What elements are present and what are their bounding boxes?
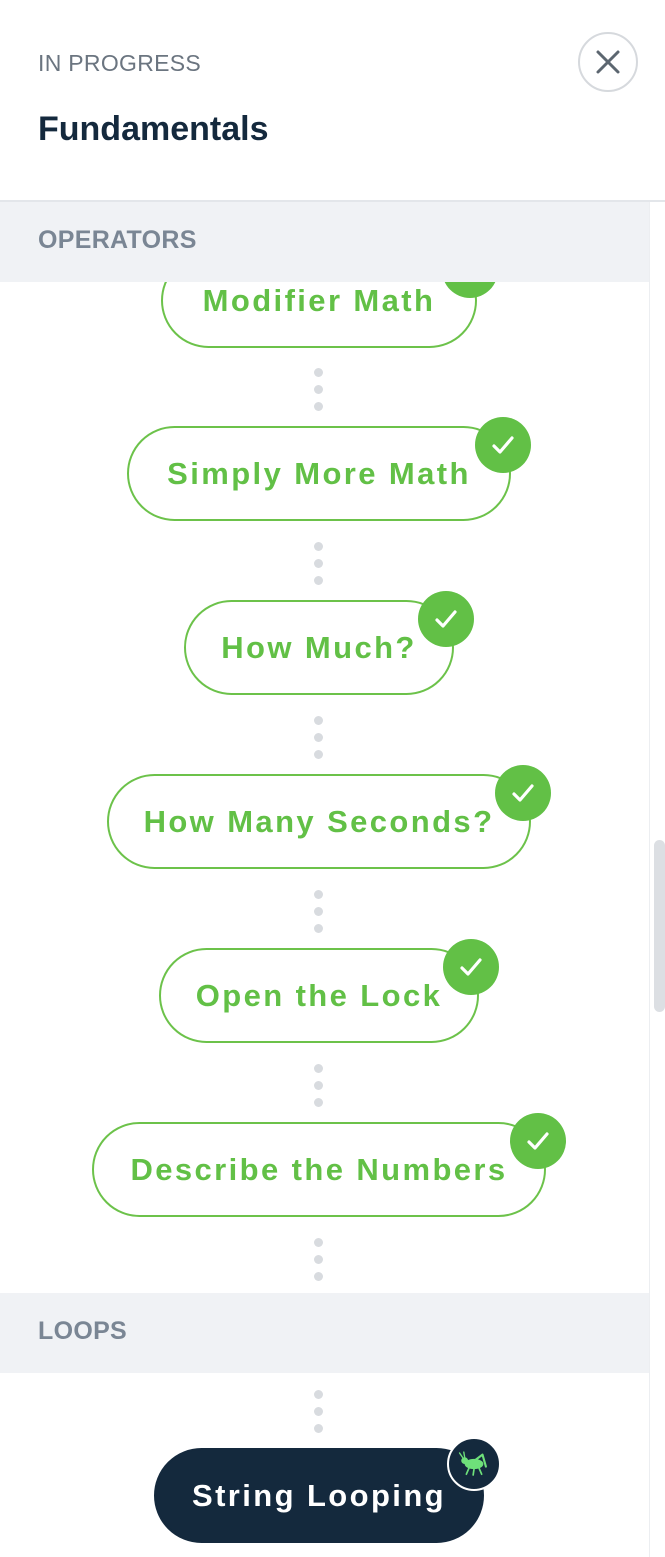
lesson-how-many-seconds[interactable]: How Many Seconds? <box>107 774 531 869</box>
connector-dots <box>314 542 324 593</box>
connector-dots <box>314 368 324 419</box>
scrollbar-thumb[interactable] <box>654 840 665 1012</box>
lesson-describe-the-numbers[interactable]: Describe the Numbers <box>92 1122 546 1217</box>
completed-check-icon <box>510 1113 566 1169</box>
lesson-label: Simply More Math <box>167 455 471 491</box>
lesson-label: How Many Seconds? <box>143 803 495 839</box>
lesson-simply-more-math[interactable]: Simply More Math <box>127 426 511 521</box>
panel-header: IN PROGRESS Fundamentals <box>0 0 665 202</box>
lesson-label: How Much? <box>221 629 417 665</box>
completed-check-icon <box>418 591 474 647</box>
completed-check-icon <box>443 939 499 995</box>
lesson-label: String Looping <box>192 1477 446 1513</box>
status-label: IN PROGRESS <box>38 50 202 76</box>
connector-dots <box>314 1390 324 1441</box>
lesson-label: Modifier Math <box>202 282 436 318</box>
close-button[interactable] <box>578 32 638 92</box>
lesson-list[interactable]: Modifier Math OPERATORS Simply More Math… <box>0 202 649 1557</box>
connector-dots <box>314 1064 324 1115</box>
connector-dots <box>314 1238 324 1289</box>
section-header-loops: LOOPS <box>0 1293 649 1373</box>
connector-dots <box>314 890 324 941</box>
course-title: Fundamentals <box>38 110 269 148</box>
completed-check-icon <box>495 765 551 821</box>
lesson-string-looping[interactable]: String Looping <box>154 1448 484 1543</box>
lesson-label: Describe the Numbers <box>130 1151 508 1187</box>
lesson-how-much[interactable]: How Much? <box>184 600 454 695</box>
grasshopper-icon <box>447 1437 501 1491</box>
lesson-label: Open the Lock <box>195 977 443 1013</box>
section-title: LOOPS <box>38 1317 128 1345</box>
lesson-open-the-lock[interactable]: Open the Lock <box>159 948 479 1043</box>
close-icon <box>596 50 620 74</box>
section-header-operators: OPERATORS <box>0 202 649 282</box>
connector-dots <box>314 716 324 767</box>
section-title: OPERATORS <box>38 226 197 254</box>
completed-check-icon <box>475 417 531 473</box>
